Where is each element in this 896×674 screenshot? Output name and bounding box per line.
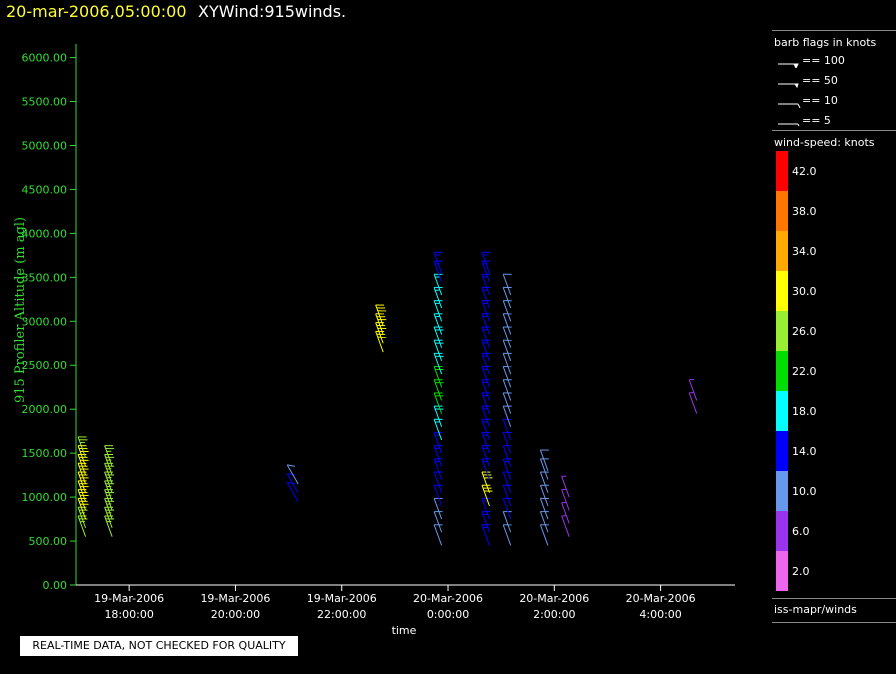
barb-sample-icon <box>778 83 799 88</box>
x-tick-label-date: 19-Mar-2006 <box>94 592 164 605</box>
x-tick-label-time: 22:00:00 <box>317 608 366 621</box>
colorbar-swatch <box>776 431 788 471</box>
x-tick-label-time: 0:00:00 <box>427 608 469 621</box>
wind-barb <box>433 524 443 546</box>
qc-notice: REAL-TIME DATA, NOT CHECKED FOR QUALITY <box>20 636 298 656</box>
x-tick-label-date: 19-Mar-2006 <box>200 592 270 605</box>
colorbar-swatch <box>776 391 788 431</box>
y-tick-label: 1000.00 <box>22 491 68 504</box>
barb-legend-label: == 10 <box>802 94 838 107</box>
barb-legend-label: == 50 <box>802 74 838 87</box>
y-tick-label: 0.00 <box>43 579 68 592</box>
x-tick-label-time: 2:00:00 <box>533 608 575 621</box>
y-tick-label: 3500.00 <box>22 271 68 284</box>
colorbar-swatch <box>776 471 788 511</box>
colorbar-label: 2.0 <box>792 565 810 578</box>
wind-barb <box>433 251 443 274</box>
legend-divider <box>772 622 896 623</box>
colorbar-label: 22.0 <box>792 365 817 378</box>
x-tick-label-date: 20-Mar-2006 <box>519 592 589 605</box>
colorbar-label: 30.0 <box>792 285 817 298</box>
wind-barb <box>481 524 491 546</box>
wind-barb <box>539 524 549 546</box>
y-tick-label: 3000.00 <box>22 315 68 328</box>
wind-barb <box>502 524 512 546</box>
barb-legend-title: barb flags in knots <box>774 36 877 49</box>
colorbar-label: 34.0 <box>792 245 817 258</box>
y-tick-label: 4000.00 <box>22 227 68 240</box>
wind-profile-plot: 0.00 500.00 1000.00 1500.00 2000.00 2500.00 30… <box>13 44 735 637</box>
x-tick-label-date: 20-Mar-2006 <box>413 592 483 605</box>
x-tick-label-date: 20-Mar-2006 <box>626 592 696 605</box>
colorbar-label: 26.0 <box>792 325 817 338</box>
y-tick-label: 6000.00 <box>22 52 68 65</box>
x-axis-label: time <box>392 624 417 637</box>
y-tick-label: 2000.00 <box>22 403 68 416</box>
x-axis: 19-Mar-2006 18:00:00 19-Mar-2006 20:00:00 19… <box>76 584 735 621</box>
y-tick-label: 2500.00 <box>22 359 68 372</box>
barb-legend-label: == 100 <box>802 54 845 67</box>
y-tick-label: 500.00 <box>29 535 68 548</box>
y-tick-label: 4500.00 <box>22 183 68 196</box>
source-label: iss-mapr/winds <box>774 603 857 616</box>
colorbar-swatch <box>776 351 788 391</box>
y-axis-label: 915 Profiler Altitude (m agl) <box>13 217 28 403</box>
colorbar-swatch <box>776 151 788 191</box>
barb-legend-label: == 5 <box>802 114 831 127</box>
colorbar-swatch <box>776 231 788 271</box>
colorbar-swatch <box>776 311 788 351</box>
wind-barb <box>481 251 491 274</box>
colorbar-swatch <box>776 191 788 231</box>
wind-barb <box>286 481 299 502</box>
barb-sample-icon <box>778 123 800 127</box>
y-tick-label: 5000.00 <box>22 139 68 152</box>
barb-sample-icon <box>778 103 801 108</box>
colorbar-label: 18.0 <box>792 405 817 418</box>
colorbar-label: 10.0 <box>792 485 817 498</box>
legend-divider <box>772 30 896 31</box>
wind-barb <box>688 392 698 414</box>
y-tick-label: 1500.00 <box>22 447 68 460</box>
colorbar-swatch <box>776 271 788 311</box>
wind-barb <box>375 330 387 353</box>
wind-barb <box>539 449 549 471</box>
wind-barbs <box>77 251 698 546</box>
colorbar-label: 14.0 <box>792 445 817 458</box>
barb-sample-icon <box>778 63 799 68</box>
y-axis: 0.00 500.00 1000.00 1500.00 2000.00 2500.00 30… <box>22 44 77 592</box>
colorbar-label: 38.0 <box>792 205 817 218</box>
wind-barb <box>375 322 387 344</box>
x-tick-label-time: 20:00:00 <box>211 608 260 621</box>
legend-divider <box>772 130 896 131</box>
x-tick-label-date: 19-Mar-2006 <box>307 592 377 605</box>
x-tick-label-time: 18:00:00 <box>104 608 153 621</box>
colorbar-swatch <box>776 511 788 551</box>
colorbar-label: 42.0 <box>792 165 817 178</box>
colorbar-swatch <box>776 551 788 591</box>
colorbar-title: wind-speed: knots <box>774 136 875 149</box>
legend-divider <box>772 598 896 599</box>
y-tick-label: 5500.00 <box>22 96 68 109</box>
x-tick-label-time: 4:00:00 <box>639 608 681 621</box>
colorbar-label: 6.0 <box>792 525 810 538</box>
wind-barb <box>561 515 570 537</box>
